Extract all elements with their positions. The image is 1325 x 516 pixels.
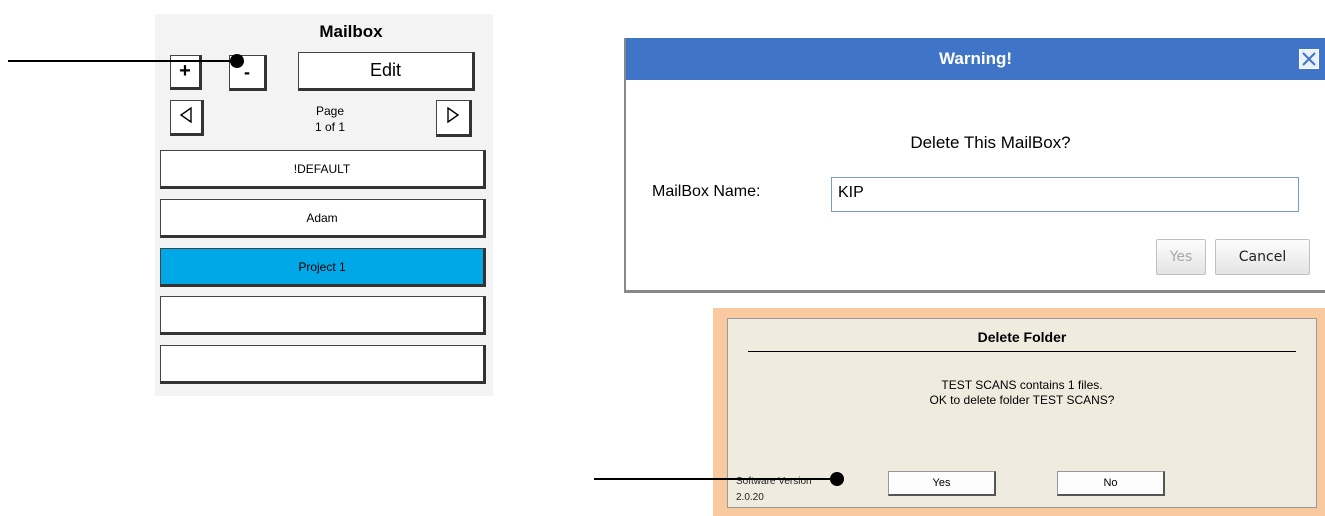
- message-line: TEST SCANS contains 1 files.: [941, 378, 1103, 392]
- no-button[interactable]: No: [1057, 471, 1165, 496]
- mailbox-item-empty[interactable]: [160, 296, 486, 335]
- version-label: Software Version: [736, 476, 812, 487]
- mailbox-title: Mailbox: [319, 22, 383, 41]
- page-label: Page: [315, 104, 345, 118]
- edit-mailbox-button[interactable]: Edit: [298, 52, 475, 91]
- callout-dot: [830, 472, 844, 486]
- dialog-title: Warning!: [938, 49, 1013, 68]
- warning-dialog: Warning! Delete This MailBox? MailBox Na…: [624, 38, 1325, 293]
- triangle-left-icon: [179, 106, 193, 128]
- next-page-button[interactable]: [436, 100, 472, 137]
- close-button[interactable]: [1299, 49, 1319, 69]
- mailbox-item-empty[interactable]: [160, 345, 486, 384]
- cancel-button[interactable]: Cancel: [1215, 239, 1310, 275]
- version-value: 2.0.20: [736, 492, 764, 503]
- page-value: 1 of 1: [314, 120, 346, 134]
- close-icon: [1300, 50, 1318, 68]
- dialog-titlebar: Warning!: [626, 38, 1325, 80]
- yes-button[interactable]: Yes: [1156, 239, 1206, 275]
- page-indicator: Page 1 of 1: [275, 103, 385, 135]
- confirm-message: TEST SCANS contains 1 files. OK to delet…: [728, 378, 1316, 408]
- confirm-question: Delete This MailBox?: [910, 133, 1071, 152]
- mailbox-item-project-1[interactable]: Project 1: [160, 248, 486, 287]
- callout-dot: [230, 54, 244, 68]
- message-line: OK to delete folder TEST SCANS?: [929, 393, 1115, 407]
- callout-line: [8, 60, 238, 62]
- title-divider: [748, 351, 1296, 352]
- mailbox-name-field[interactable]: KIP: [831, 177, 1299, 212]
- mailbox-panel: Mailbox + - Edit Page 1 of 1 !DEFAULT Ad…: [155, 14, 493, 396]
- delete-folder-dialog: Delete Folder TEST SCANS contains 1 file…: [713, 308, 1325, 516]
- mailbox-item-default[interactable]: !DEFAULT: [160, 150, 486, 189]
- dialog-title: Delete Folder: [977, 329, 1067, 345]
- triangle-right-icon: [446, 106, 460, 128]
- mailbox-name-label: MailBox Name:: [652, 183, 761, 200]
- yes-button[interactable]: Yes: [888, 471, 996, 496]
- callout-line: [594, 478, 836, 480]
- previous-page-button[interactable]: [170, 100, 204, 136]
- mailbox-item-adam[interactable]: Adam: [160, 199, 486, 238]
